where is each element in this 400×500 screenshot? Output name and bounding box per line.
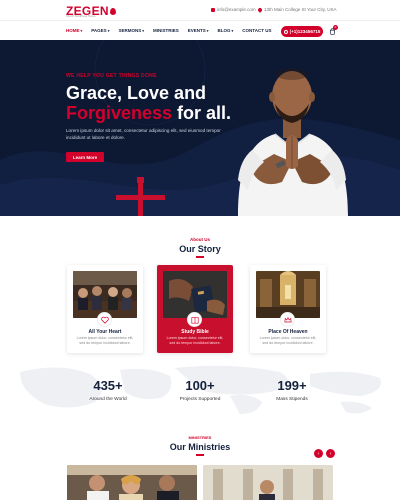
- top-info-bar: ZEGEN Church WordPress Theme info@exampl…: [0, 0, 400, 18]
- nav-item-ministries[interactable]: MINISTRIES: [153, 28, 179, 33]
- stat-mass-stipends: 199+ Mass Stipends: [252, 378, 332, 402]
- story-card-study-bible[interactable]: Study Bible Lorem ipsum dolor, consectet…: [157, 265, 233, 353]
- card-title: Place Of Heaven: [268, 329, 308, 335]
- phone-button[interactable]: (+1)123456715: [281, 26, 323, 37]
- bible-hands-image: [163, 271, 227, 318]
- nav-label: BLOG: [217, 28, 231, 33]
- congregation-image: [73, 271, 137, 318]
- chevron-down-icon: ▾: [206, 28, 209, 33]
- stat-value: 435+: [93, 378, 123, 393]
- stat-label: Around the World: [89, 397, 127, 402]
- cross-post: [137, 177, 144, 216]
- story-section-tag: About Us: [190, 237, 210, 242]
- ministries-section-tag: MINISTRIES: [188, 435, 212, 440]
- story-card-place-of-heaven[interactable]: Place Of Heaven Lorem ipsum dolor, conse…: [250, 265, 326, 353]
- heart-icon: [97, 312, 112, 327]
- top-address: 13th Main College St Your City, USA: [257, 6, 337, 13]
- nav-item-events[interactable]: EVENTS ▾: [188, 28, 209, 33]
- chevron-down-icon: ▾: [231, 28, 234, 33]
- hero-description: Lorem ipsum dolor sit amet, consectetur …: [66, 128, 221, 140]
- card-title: All Your Heart: [88, 329, 122, 335]
- cart-button[interactable]: 0: [329, 25, 338, 35]
- cart-count-badge: 0: [333, 25, 338, 30]
- chevron-down-icon: ▾: [107, 28, 110, 33]
- carousel-arrows: ‹ ›: [314, 449, 335, 458]
- nav-label: PAGES: [91, 28, 107, 33]
- prev-arrow-button[interactable]: ‹: [314, 449, 323, 458]
- top-email[interactable]: info@example.com: [211, 7, 256, 12]
- hero-title-rest: for all.: [172, 103, 232, 123]
- church-interior-image: [256, 271, 320, 318]
- ministry-image-church[interactable]: [203, 465, 333, 500]
- book-icon: [187, 312, 202, 327]
- card-title: Study Bible: [181, 329, 209, 335]
- stat-label: Projects Supported: [179, 397, 221, 402]
- top-address-text: 13th Main College St Your City, USA: [264, 7, 337, 12]
- hero-tagline: WE HELP YOU GET THINGS DONE: [66, 73, 157, 79]
- chevron-down-icon: ▾: [142, 28, 144, 33]
- stat-around-world: 435+ Around the World: [68, 378, 148, 402]
- nav-label: EVENTS: [187, 28, 206, 33]
- praying-man-image: [238, 68, 348, 216]
- mail-icon: [211, 7, 215, 12]
- nav-item-contact[interactable]: CONTACT US: [242, 28, 271, 33]
- stat-value: 199+: [277, 378, 307, 393]
- nav-label: CONTACT US: [242, 28, 272, 33]
- nav-item-sermons[interactable]: SERMONS ▾: [118, 28, 144, 33]
- top-email-text: info@example.com: [217, 7, 256, 12]
- chevron-down-icon: ▾: [80, 28, 83, 33]
- learn-more-button[interactable]: Learn More: [66, 152, 104, 162]
- next-arrow-button[interactable]: ›: [326, 449, 335, 458]
- phone-icon: [283, 29, 288, 34]
- hero-title-highlight: Forgiveness: [66, 103, 173, 123]
- stat-value: 100+: [185, 378, 215, 393]
- hero-title-line1: Grace, Love and: [66, 83, 207, 103]
- ministry-image-choir[interactable]: [67, 465, 197, 500]
- crown-icon: [280, 312, 295, 327]
- ministries-section-title: Our Ministries: [169, 442, 231, 452]
- story-section-title: Our Story: [179, 244, 221, 254]
- card-text: Lorem ipsum dolor, consectetur elit, sed…: [166, 336, 224, 345]
- logo-drop-icon: [109, 8, 116, 15]
- nav-label: SERMONS: [118, 28, 142, 33]
- stat-projects-supported: 100+ Projects Supported: [160, 378, 240, 402]
- card-text: Lorem ipsum dolor, consectetur elit, sed…: [76, 336, 134, 345]
- stat-label: Mass Stipends: [276, 397, 308, 402]
- card-text: Lorem ipsum dolor, consectetur elit, sed…: [259, 336, 317, 345]
- nav-item-pages[interactable]: PAGES ▾: [91, 28, 109, 33]
- nav-item-home[interactable]: HOME ▾: [66, 28, 82, 33]
- title-underline: [196, 454, 204, 456]
- nav-label: MINISTRIES: [152, 28, 179, 33]
- logo-subtitle: Church WordPress Theme: [66, 15, 96, 18]
- main-navbar: HOME ▾ PAGES ▾ SERMONS ▾ MINISTRIES EVENTS ▾…: [0, 20, 400, 40]
- location-pin-icon: [257, 6, 263, 13]
- story-card-all-your-heart[interactable]: All Your Heart Lorem ipsum dolor, consec…: [67, 265, 143, 353]
- nav-menu: HOME ▾ PAGES ▾ SERMONS ▾ MINISTRIES EVENTS ▾…: [66, 28, 271, 33]
- nav-label: HOME: [66, 28, 80, 33]
- title-underline: [196, 256, 204, 258]
- phone-number: (+1)123456715: [289, 29, 321, 34]
- nav-item-blog[interactable]: BLOG ▾: [218, 28, 234, 33]
- hero-banner: WE HELP YOU GET THINGS DONE Grace, Love …: [0, 40, 400, 216]
